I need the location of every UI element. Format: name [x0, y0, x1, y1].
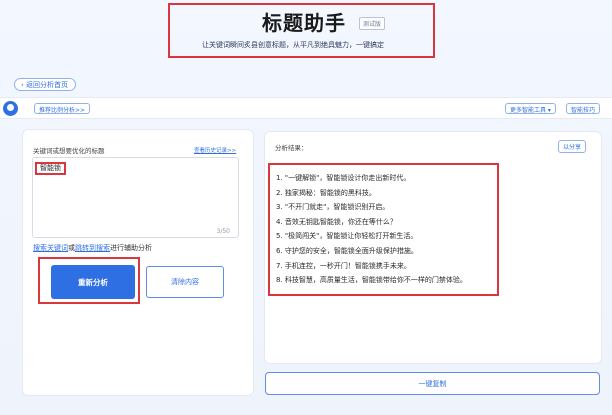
history-link[interactable]: 查看历史记录>>: [194, 146, 236, 154]
clear-button[interactable]: 清除内容: [146, 266, 224, 298]
list-item[interactable]: 2. 独家揭秘：智能锁的黑科技。: [276, 186, 467, 201]
toolbar: 推荐比例分析>> 更多智能工具 ▾ 智能技巧: [0, 97, 612, 119]
share-button[interactable]: 以分享: [558, 140, 587, 153]
result-title: 分析结果：: [275, 144, 308, 152]
list-item[interactable]: 5. "极简闯关"，智能锁让你轻松打开新生活。: [276, 229, 467, 244]
avatar[interactable]: [3, 101, 18, 116]
char-counter: 3/50: [216, 228, 230, 235]
list-item[interactable]: 6. 守护您的安全，智能锁全面升级保护措施。: [276, 244, 467, 259]
smart-tips-button[interactable]: 智能技巧: [566, 103, 601, 114]
result-box: 1. "一键解锁"，智能锁设计你走出新时代。 2. 独家揭秘：智能锁的黑科技。 …: [268, 163, 499, 296]
input-prompt-label: 关键词或想要优化的标题: [33, 147, 105, 155]
back-button-label: 返回分析首页: [26, 81, 69, 89]
recommend-chip[interactable]: 推荐比例分析>>: [34, 103, 91, 114]
list-item[interactable]: 7. 手机连控，一秒开门！智能锁携手未来。: [276, 259, 467, 274]
reanalyze-button[interactable]: 重新分析: [51, 265, 135, 299]
helper-text: 搜索关键词或跳转到搜索进行辅助分析: [33, 244, 152, 252]
keyword-input[interactable]: 智能锁 3/50: [32, 157, 239, 238]
page-title: 标题助手: [262, 11, 346, 35]
more-tools-button[interactable]: 更多智能工具 ▾: [505, 103, 556, 114]
search-keyword-link[interactable]: 搜索关键词: [33, 244, 68, 252]
keyword-input-value: 智能锁: [35, 162, 66, 175]
copy-all-button[interactable]: 一键复制: [265, 372, 600, 395]
list-item[interactable]: 3. "不开门就走"，智能锁识别开启。: [276, 200, 467, 215]
jump-search-link[interactable]: 跳转到搜索: [75, 244, 110, 252]
hero-banner: 标题助手 测试版 让关键词瞬间炙县创意标题，从平凡到绝具魅力，一键搞定: [0, 0, 612, 70]
list-item[interactable]: 4. 音效无钥匙智能锁，你还在等什么？: [276, 215, 467, 230]
list-item[interactable]: 1. "一键解锁"，智能锁设计你走出新时代。: [276, 171, 467, 186]
list-item[interactable]: 8. 科技智慧，高质量生活，智能锁带给你不一样的门禁体验。: [276, 273, 467, 288]
page-subtitle: 让关键词瞬间炙县创意标题，从平凡到绝具魅力，一键搞定: [202, 41, 384, 49]
beta-badge: 测试版: [359, 17, 386, 30]
back-button[interactable]: ‹ 返回分析首页: [14, 78, 77, 91]
result-list: 1. "一键解锁"，智能锁设计你走出新时代。 2. 独家揭秘：智能锁的黑科技。 …: [276, 171, 467, 288]
